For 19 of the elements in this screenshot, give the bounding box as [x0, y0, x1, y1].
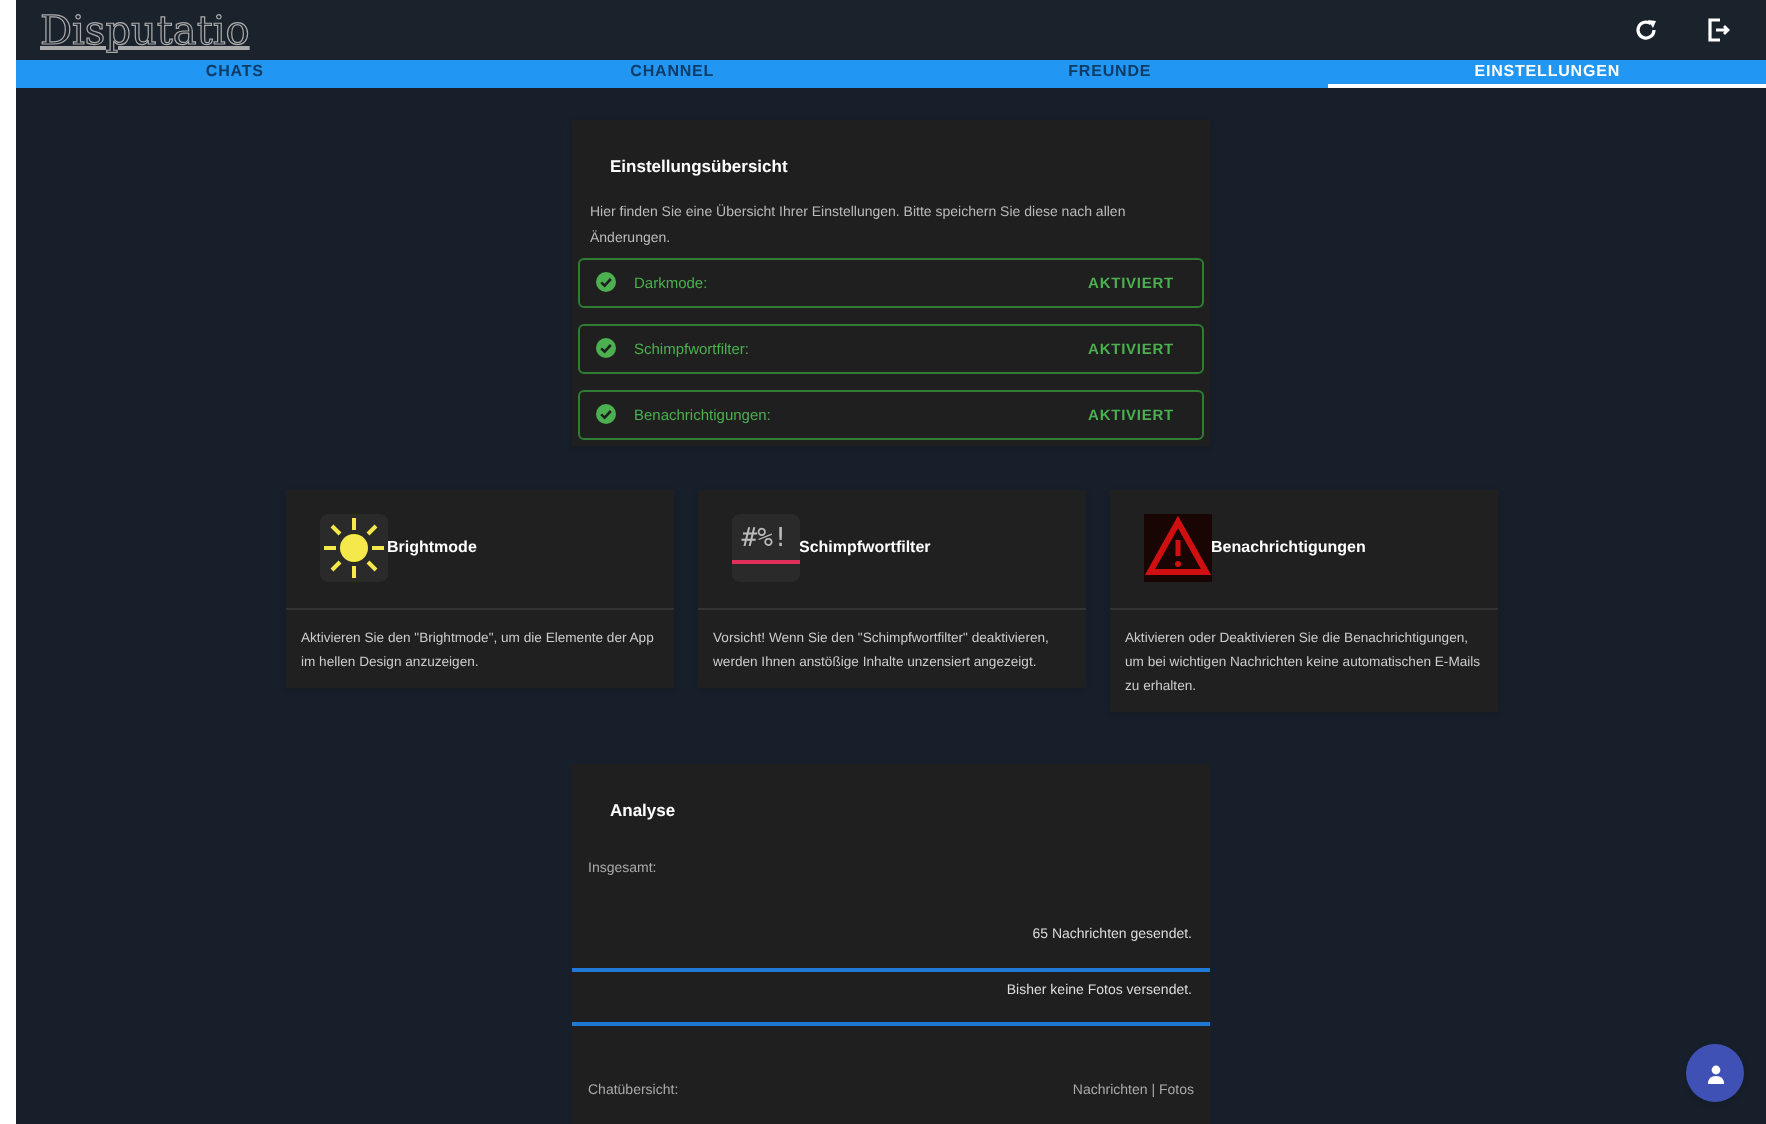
check-circle-icon [596, 404, 616, 425]
tab[interactable]: FREUNDE [891, 60, 1329, 88]
censored-symbols-icon: #%! [731, 514, 799, 583]
feature-title: Benachrichtigungen [1211, 536, 1366, 561]
card-title: Einstellungsübersicht [608, 154, 790, 180]
refresh-icon [1634, 18, 1658, 42]
card-title: Analyse [608, 797, 678, 824]
feature-title: Brightmode [387, 536, 477, 561]
tab[interactable]: CHANNEL [453, 60, 891, 88]
logout-icon [1706, 18, 1730, 42]
check-circle-icon [596, 272, 616, 293]
tab[interactable]: EINSTELLUNGEN [1328, 60, 1766, 88]
tab[interactable]: CHATS [16, 60, 454, 88]
warning-icon [1143, 514, 1211, 583]
check-circle-icon [596, 338, 616, 359]
person-icon [1705, 1063, 1725, 1083]
app-logo: Disputatio [40, 4, 250, 58]
sun-icon [319, 514, 387, 583]
feature-title: Schimpfwortfilter [799, 536, 931, 561]
